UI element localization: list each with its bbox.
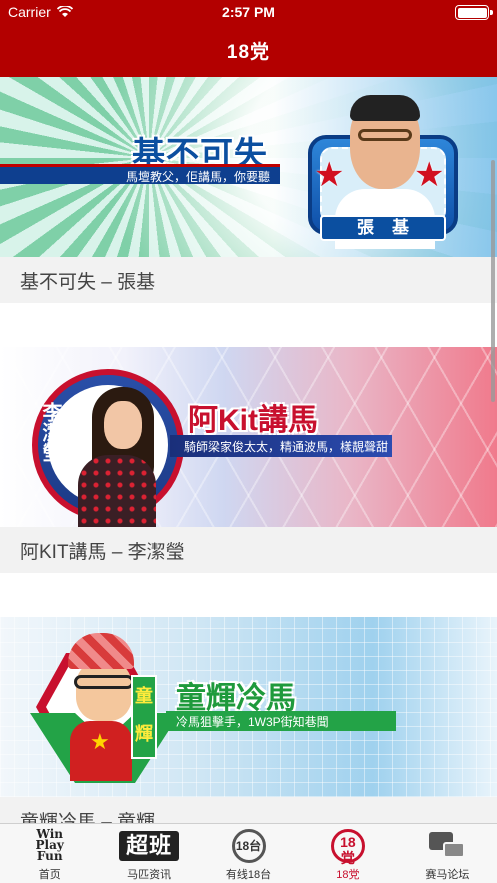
tv-18-icon: 18台 xyxy=(231,829,266,863)
page-title: 18党 xyxy=(226,42,271,63)
party-18-icon: 18党 xyxy=(330,829,365,866)
navigation-bar: 18党 xyxy=(0,24,497,77)
tab-cable-18[interactable]: 18台 有线18台 xyxy=(199,824,298,883)
top-header: Carrier 2:57 PM 18党 xyxy=(0,0,497,77)
glasses-icon xyxy=(358,129,412,141)
column-card-3[interactable]: 童輝 童輝冷馬 冷馬狙擊手，1W3P街知巷聞 童輝冷馬 – 童輝 xyxy=(0,617,497,823)
battery-icon xyxy=(455,5,493,20)
win-play-fun-icon: Win Play Fun xyxy=(35,827,64,863)
banner-title: 阿Kit講馬 xyxy=(188,404,318,437)
column-banner-3[interactable]: 童輝 童輝冷馬 冷馬狙擊手，1W3P街知巷聞 xyxy=(0,617,497,797)
tab-bar: Win Play Fun 首页 超班 马匹资讯 18台 有线18台 18党 18… xyxy=(0,823,497,883)
banner-host-name: 童輝 xyxy=(131,675,157,759)
tab-label: 有线18台 xyxy=(225,869,272,881)
forum-icon xyxy=(427,830,467,862)
glasses-icon xyxy=(74,675,134,689)
tab-label: 18党 xyxy=(336,869,360,881)
banner-host-name: 李潔瑩 xyxy=(39,402,61,462)
banner-tagline-strip: 騎師梁家俊太太，精通波馬，樣靚聲甜 xyxy=(170,435,392,457)
host-face xyxy=(76,661,132,721)
host-face xyxy=(104,401,142,449)
app-screen: Carrier 2:57 PM 18党 基不可失 馬壇教父，佢講馬，你要聽 ★ xyxy=(0,0,497,883)
host-cartoon xyxy=(70,721,132,781)
banner-tagline: 騎師梁家俊太太，精通波馬，樣靚聲甜 xyxy=(184,440,389,454)
column-banner-1[interactable]: 基不可失 馬壇教父，佢講馬，你要聽 ★ ★ 張基 xyxy=(0,77,497,257)
column-caption[interactable]: 童輝冷馬 – 童輝 xyxy=(0,797,497,823)
banner-tagline-strip: 馬壇教父，佢講馬，你要聽 xyxy=(0,164,280,184)
host-portrait xyxy=(78,455,156,527)
super-class-icon: 超班 xyxy=(119,831,180,861)
tab-18-party[interactable]: 18党 18党 xyxy=(298,824,397,883)
status-bar: Carrier 2:57 PM xyxy=(0,0,497,24)
column-caption[interactable]: 基不可失 – 張基 xyxy=(0,257,497,303)
tab-home[interactable]: Win Play Fun 首页 xyxy=(0,824,99,883)
column-card-2[interactable]: 李潔瑩 阿Kit講馬 騎師梁家俊太太，精通波馬，樣靚聲甜 阿KIT講馬 – 李潔… xyxy=(0,347,497,573)
banner-tagline: 馬壇教父，佢講馬，你要聽 xyxy=(125,170,270,184)
tab-label: 首页 xyxy=(38,869,61,881)
status-time: 2:57 PM xyxy=(222,4,275,20)
star-icon: ★ xyxy=(414,156,445,194)
banner-tagline-strip: 冷馬狙擊手，1W3P街知巷聞 xyxy=(166,711,396,731)
column-feed[interactable]: 基不可失 馬壇教父，佢講馬，你要聽 ★ ★ 張基 基不可失 – 張基 李潔瑩 阿… xyxy=(0,77,497,823)
tab-horse-info[interactable]: 超班 马匹资讯 xyxy=(99,824,198,883)
banner-tagline: 冷馬狙擊手，1W3P街知巷聞 xyxy=(176,715,329,729)
column-banner-2[interactable]: 李潔瑩 阿Kit講馬 騎師梁家俊太太，精通波馬，樣靚聲甜 xyxy=(0,347,497,527)
column-caption[interactable]: 阿KIT講馬 – 李潔瑩 xyxy=(0,527,497,573)
tab-label: 赛马论坛 xyxy=(425,869,470,881)
scrollbar[interactable] xyxy=(491,160,495,402)
banner-host-name: 張基 xyxy=(320,215,446,241)
tab-label: 马匹资讯 xyxy=(127,869,172,881)
star-icon: ★ xyxy=(314,156,345,194)
column-card-1[interactable]: 基不可失 馬壇教父，佢講馬，你要聽 ★ ★ 張基 基不可失 – 張基 xyxy=(0,77,497,303)
tab-forum[interactable]: 赛马论坛 xyxy=(398,824,497,883)
